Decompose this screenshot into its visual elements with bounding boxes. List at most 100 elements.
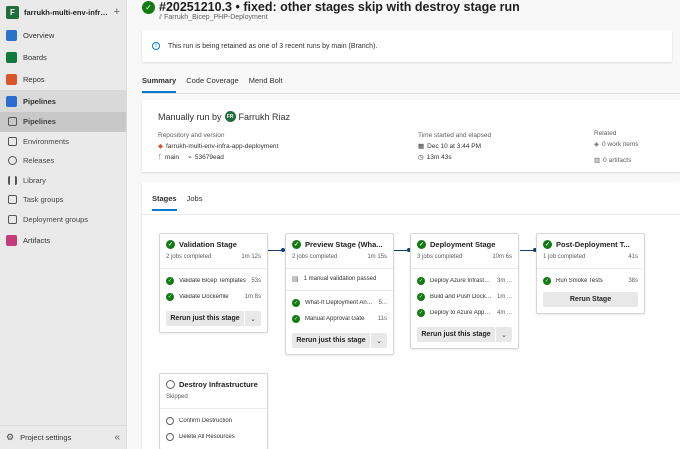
success-check-icon: ✓ xyxy=(292,315,300,323)
validation-icon: ▤ xyxy=(292,276,299,283)
job-name: Confirm Destruction xyxy=(179,418,233,424)
chevron-down-icon[interactable]: ⌄ xyxy=(371,333,387,348)
stage-card-post-deployment[interactable]: ✓ Post-Deployment T... 1 job completed 4… xyxy=(536,233,645,314)
success-check-icon: ✓ xyxy=(543,239,552,249)
stage-card-validation[interactable]: ✓ Validation Stage 2 jobs completed 1m 1… xyxy=(159,233,268,333)
job-duration: 1m ... xyxy=(496,294,512,300)
job-row[interactable]: ✓ Manual Approval Gate 11s xyxy=(286,311,393,327)
nav-environments-label: Environments xyxy=(23,136,69,146)
job-row[interactable]: ✓ Build and Push Docker... 1m ... xyxy=(411,289,518,305)
trigger-info: Manually run by FR Farrukh Riaz xyxy=(158,111,290,122)
success-check-icon: ✓ xyxy=(417,293,425,301)
elapsed-time: 13m 43s xyxy=(426,154,452,161)
project-header[interactable]: F farrukh-multi-env-infra... + xyxy=(0,0,126,24)
manual-validation-info: ▤ 1 manual validation passed xyxy=(286,271,393,287)
pipeline-name[interactable]: ⫽ Farrukh_Bicep_PHP-Deployment xyxy=(159,14,520,22)
nav-pipelines-group[interactable]: Pipelines xyxy=(0,90,126,112)
related-label: Related xyxy=(594,130,617,137)
stage-status: Skipped xyxy=(166,394,188,400)
nav-library[interactable]: Library xyxy=(0,171,126,191)
rerun-stage-button[interactable]: Rerun Stage xyxy=(543,292,638,307)
stage-card-deployment[interactable]: ✓ Deployment Stage 3 jobs completed 10m … xyxy=(410,233,519,349)
nav-overview[interactable]: Overview xyxy=(0,24,126,46)
stage-name: Deployment Stage xyxy=(430,239,496,249)
nav-artifacts[interactable]: Artifacts xyxy=(0,229,126,251)
skipped-icon xyxy=(166,379,175,389)
job-row[interactable]: ✓ Deploy to Azure App S... 4m ... xyxy=(411,305,518,321)
job-duration: 5... xyxy=(378,300,387,306)
job-row[interactable]: ✓ Validate Bicep Templates 53s xyxy=(160,273,267,289)
job-row[interactable]: Confirm Destruction xyxy=(160,413,267,429)
project-settings[interactable]: ⚙ Project settings « xyxy=(0,425,126,449)
library-icon xyxy=(8,175,17,185)
nav-deployment-groups[interactable]: Deployment groups xyxy=(0,210,126,230)
nav-task-groups-label: Task groups xyxy=(23,195,64,205)
project-name[interactable]: farrukh-multi-env-infra... xyxy=(24,8,109,17)
branch-name[interactable]: main xyxy=(165,152,179,163)
rerun-stage-button[interactable]: Rerun just this stage xyxy=(417,327,495,342)
nav-pipelines-label: Pipelines xyxy=(23,117,56,127)
job-row[interactable]: ✓ Validate Dockerfile 1m 8s xyxy=(160,289,267,305)
project-settings-label: Project settings xyxy=(20,433,72,442)
job-name: Deploy to Azure App S... xyxy=(430,310,492,316)
stage-card-destroy[interactable]: Destroy Infrastructure Skipped Confirm D… xyxy=(159,373,268,449)
commit-icon: ⌁ xyxy=(188,154,192,161)
related-section: Related ◈ 0 work items ▥ 0 artifacts xyxy=(594,128,638,166)
run-title: #20251210.3 • fixed: other stages skip w… xyxy=(159,0,520,14)
job-duration: 1m 8s xyxy=(244,294,261,300)
project-avatar: F xyxy=(6,5,19,19)
rerun-stage-button[interactable]: Rerun just this stage xyxy=(292,333,370,348)
job-duration: 38s xyxy=(628,278,638,284)
stage-name: Preview Stage (Wha... xyxy=(305,239,383,249)
tab-mend-bolt[interactable]: Mend Bolt xyxy=(249,76,283,93)
job-row[interactable]: Delete All Resources xyxy=(160,429,267,445)
artifacts-link[interactable]: ▥ 0 artifacts xyxy=(594,155,638,166)
retention-info-bar: i This run is being retained as one of 3… xyxy=(142,30,672,62)
job-duration: 53s xyxy=(251,278,261,284)
stage-jobs-count: 2 jobs completed xyxy=(166,254,212,260)
work-items-icon: ◈ xyxy=(594,141,599,148)
trigger-user[interactable]: Farrukh Riaz xyxy=(239,112,291,122)
started-info: ▦ Dec 10 at 3:44 PM xyxy=(418,141,491,152)
branch-icon: ᚴ xyxy=(158,154,162,161)
repo-link[interactable]: ◆ farrukh-multi-env-infra-app-deployment xyxy=(158,141,278,152)
retention-text: This run is being retained as one of 3 r… xyxy=(168,42,378,50)
tab-stages[interactable]: Stages xyxy=(152,194,177,211)
nav-releases-label: Releases xyxy=(23,156,55,166)
job-name: Manual Approval Gate xyxy=(305,316,365,322)
repos-icon xyxy=(6,73,17,85)
nav-boards[interactable]: Boards xyxy=(0,46,126,68)
commit-hash[interactable]: 53679ead xyxy=(195,152,224,163)
nav-pipelines[interactable]: Pipelines xyxy=(0,112,126,132)
task-groups-icon xyxy=(8,195,17,205)
tab-summary[interactable]: Summary xyxy=(142,76,177,93)
job-row[interactable]: ✓ What-If Deployment Analy... 5... xyxy=(286,295,393,311)
tab-code-coverage[interactable]: Code Coverage xyxy=(186,76,239,93)
new-item-plus-icon[interactable]: + xyxy=(114,6,120,18)
pipeline-icon: ⫽ xyxy=(159,14,163,21)
repo-name: farrukh-multi-env-infra-app-deployment xyxy=(166,143,279,150)
tab-jobs[interactable]: Jobs xyxy=(187,194,203,211)
nav-environments[interactable]: Environments xyxy=(0,132,126,152)
job-row[interactable]: ✓ Run Smoke Tests 38s xyxy=(537,273,644,289)
nav-task-groups[interactable]: Task groups xyxy=(0,190,126,210)
work-items-link[interactable]: ◈ 0 work items xyxy=(594,139,638,150)
chevron-down-icon[interactable]: ⌄ xyxy=(245,311,261,326)
nav-pipelines-group-label: Pipelines xyxy=(23,96,56,106)
job-name: Run Smoke Tests xyxy=(556,278,603,284)
calendar-icon: ▦ xyxy=(418,143,425,150)
run-summary-card: Manually run by FR Farrukh Riaz Reposito… xyxy=(142,100,680,172)
manual-validation-text: 1 manual validation passed xyxy=(303,276,377,282)
chevron-down-icon[interactable]: ⌄ xyxy=(496,327,512,342)
collapse-sidebar-icon[interactable]: « xyxy=(114,432,120,443)
stage-card-preview[interactable]: ✓ Preview Stage (Wha... 2 jobs completed… xyxy=(285,233,394,355)
stage-jobs-count: 3 jobs completed xyxy=(417,254,463,260)
rerun-stage-button[interactable]: Rerun just this stage xyxy=(166,311,244,326)
nav-repos[interactable]: Repos xyxy=(0,68,126,90)
nav-releases[interactable]: Releases xyxy=(0,151,126,171)
user-avatar: FR xyxy=(224,111,236,122)
pipeline-name-label: Farrukh_Bicep_PHP-Deployment xyxy=(164,14,268,21)
environments-icon xyxy=(8,136,17,146)
job-row[interactable]: ✓ Deploy Azure Infrastru... 3m ... xyxy=(411,273,518,289)
version-info: ᚴ main ⌁ 53679ead xyxy=(158,152,278,163)
